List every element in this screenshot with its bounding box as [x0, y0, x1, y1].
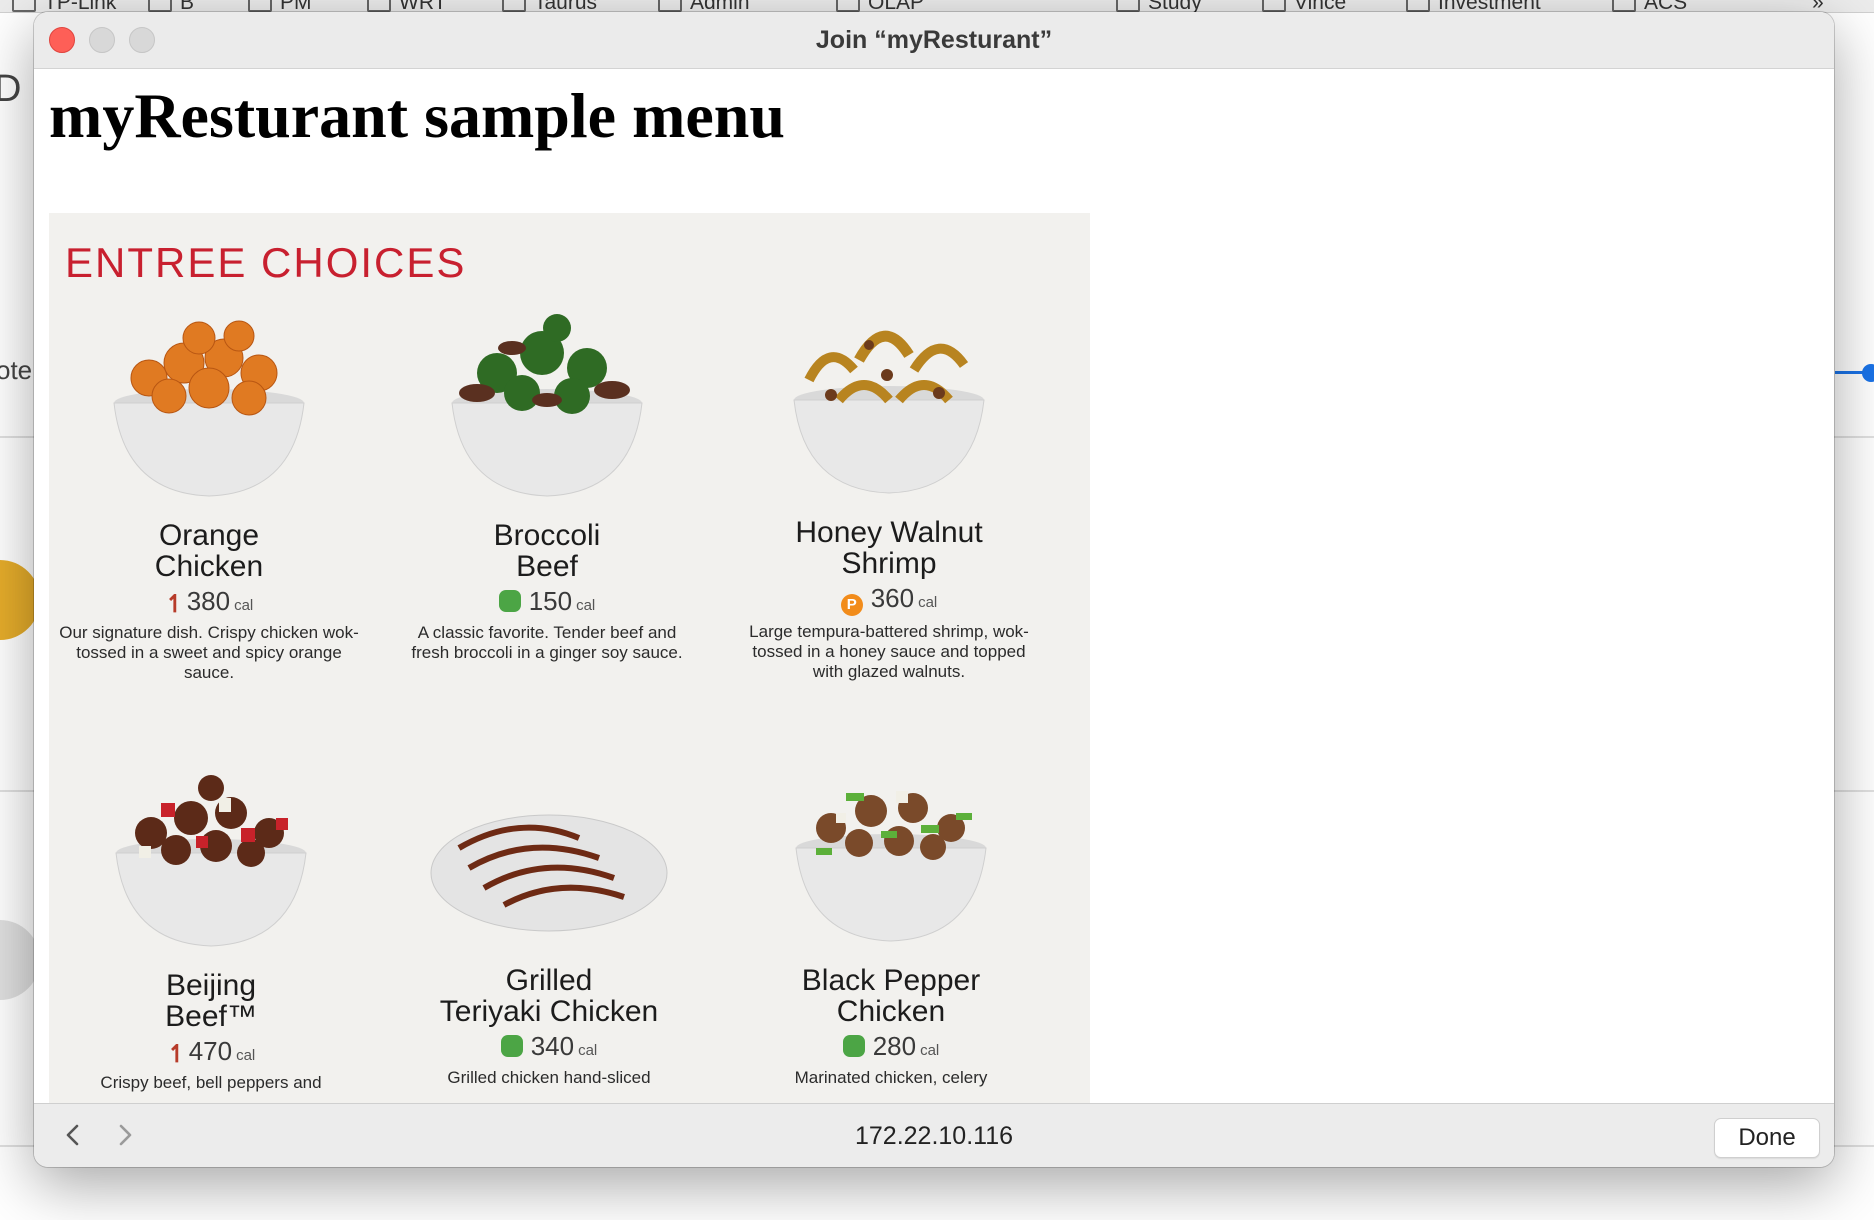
done-button[interactable]: Done [1714, 1118, 1820, 1158]
calorie-count: 150 cal [387, 586, 707, 617]
dish-name: Beijing Beef™ [165, 969, 257, 1033]
page-title: myResturant sample menu [49, 80, 785, 151]
window-title: Join “myResturant” [815, 26, 1053, 54]
title-bar: Join “myResturant” [34, 12, 1834, 69]
dish-description: Our signature dish. Crispy chicken wok-t… [59, 623, 359, 682]
menu-image: ENTREE CHOICES Orange Chicken ↿380 cal O… [49, 213, 1090, 1103]
dish-card: Black Pepper Chicken 280 cal Marinated ch… [731, 753, 1051, 1088]
close-icon[interactable] [49, 27, 75, 53]
dish-card: Orange Chicken ↿380 cal Our signature dis… [49, 308, 369, 683]
dish-name: Orange Chicken [154, 519, 264, 583]
chevron-right-icon[interactable] [108, 1118, 142, 1152]
wok-smart-leaf-icon [498, 590, 521, 612]
folder-icon [836, 0, 860, 12]
plate-icon [430, 814, 668, 932]
minimize-icon [89, 27, 115, 53]
dish-description: Crispy beef, bell peppers and [100, 1073, 322, 1092]
orange-chicken-image [89, 308, 329, 508]
folder-icon [1116, 0, 1140, 12]
wok-smart-leaf-icon [842, 1035, 865, 1057]
folder-icon [502, 0, 526, 12]
join-network-window: Join “myResturant” myResturant sample me… [34, 12, 1834, 1167]
calorie-count: 280 cal [731, 1031, 1051, 1062]
chevron-left-icon[interactable] [56, 1118, 90, 1152]
url-label: 172.22.10.116 [854, 1122, 1014, 1150]
bowl-icon [115, 775, 307, 947]
honey-walnut-shrimp-image [769, 305, 1009, 505]
spicy-pepper-icon: ↿ [164, 591, 185, 618]
background-partial-text: ote [0, 355, 33, 385]
background-letter: D [0, 68, 22, 110]
menu-section-title: ENTREE CHOICES [65, 239, 467, 286]
dish-card: Broccoli Beef 150 cal A classic favorite.… [387, 308, 707, 663]
wok-smart-leaf-icon [500, 1035, 523, 1057]
folder-icon [248, 0, 272, 12]
broccoli-beef-image [427, 308, 667, 508]
calorie-count: ↿380 cal [164, 586, 254, 618]
bowl-icon [113, 320, 305, 497]
dish-description: Marinated chicken, celery [794, 1068, 988, 1087]
bowl-icon [451, 314, 643, 497]
background-slider-handle [1862, 364, 1874, 382]
dish-description: A classic favorite. Tender beef and fres… [411, 623, 683, 662]
bottom-toolbar: 172.22.10.116 Done [34, 1103, 1834, 1167]
calorie-count: P 360 cal [729, 583, 1049, 616]
dish-card: Grilled Teriyaki Chicken 340 cal Grilled … [389, 753, 709, 1088]
calorie-count: 340 cal [389, 1031, 709, 1062]
grilled-teriyaki-chicken-image [429, 753, 669, 953]
folder-icon [658, 0, 682, 12]
folder-icon [367, 0, 391, 12]
dish-description: Large tempura-battered shrimp, wok-tosse… [749, 622, 1029, 681]
bowl-icon [793, 330, 985, 494]
beijing-beef-image [91, 758, 331, 958]
dish-name: Honey Walnut Shrimp [795, 516, 983, 580]
dish-name: Broccoli Beef [493, 519, 601, 583]
dish-description: Grilled chicken hand-sliced [447, 1068, 651, 1087]
folder-icon [12, 0, 36, 12]
folder-icon [1406, 0, 1430, 12]
spicy-pepper-icon: ↿ [166, 1041, 187, 1068]
folder-icon [1612, 0, 1636, 12]
folder-icon [148, 0, 172, 12]
web-content: myResturant sample menu ENTREE CHOICES O… [34, 69, 1834, 1103]
dish-card: Beijing Beef™ ↿470 cal Crispy beef, bell … [51, 758, 371, 1093]
black-pepper-chicken-image [771, 753, 1011, 953]
dish-name: Grilled Teriyaki Chicken [439, 964, 659, 1028]
maximize-icon [129, 27, 155, 53]
premium-p-icon: P [840, 594, 863, 616]
bowl-icon [795, 791, 987, 942]
folder-icon [1262, 0, 1286, 12]
dish-card: Honey Walnut Shrimp P 360 cal Large tempur… [729, 305, 1049, 682]
dish-name: Black Pepper Chicken [801, 964, 981, 1028]
calorie-count: ↿470 cal [166, 1036, 256, 1068]
